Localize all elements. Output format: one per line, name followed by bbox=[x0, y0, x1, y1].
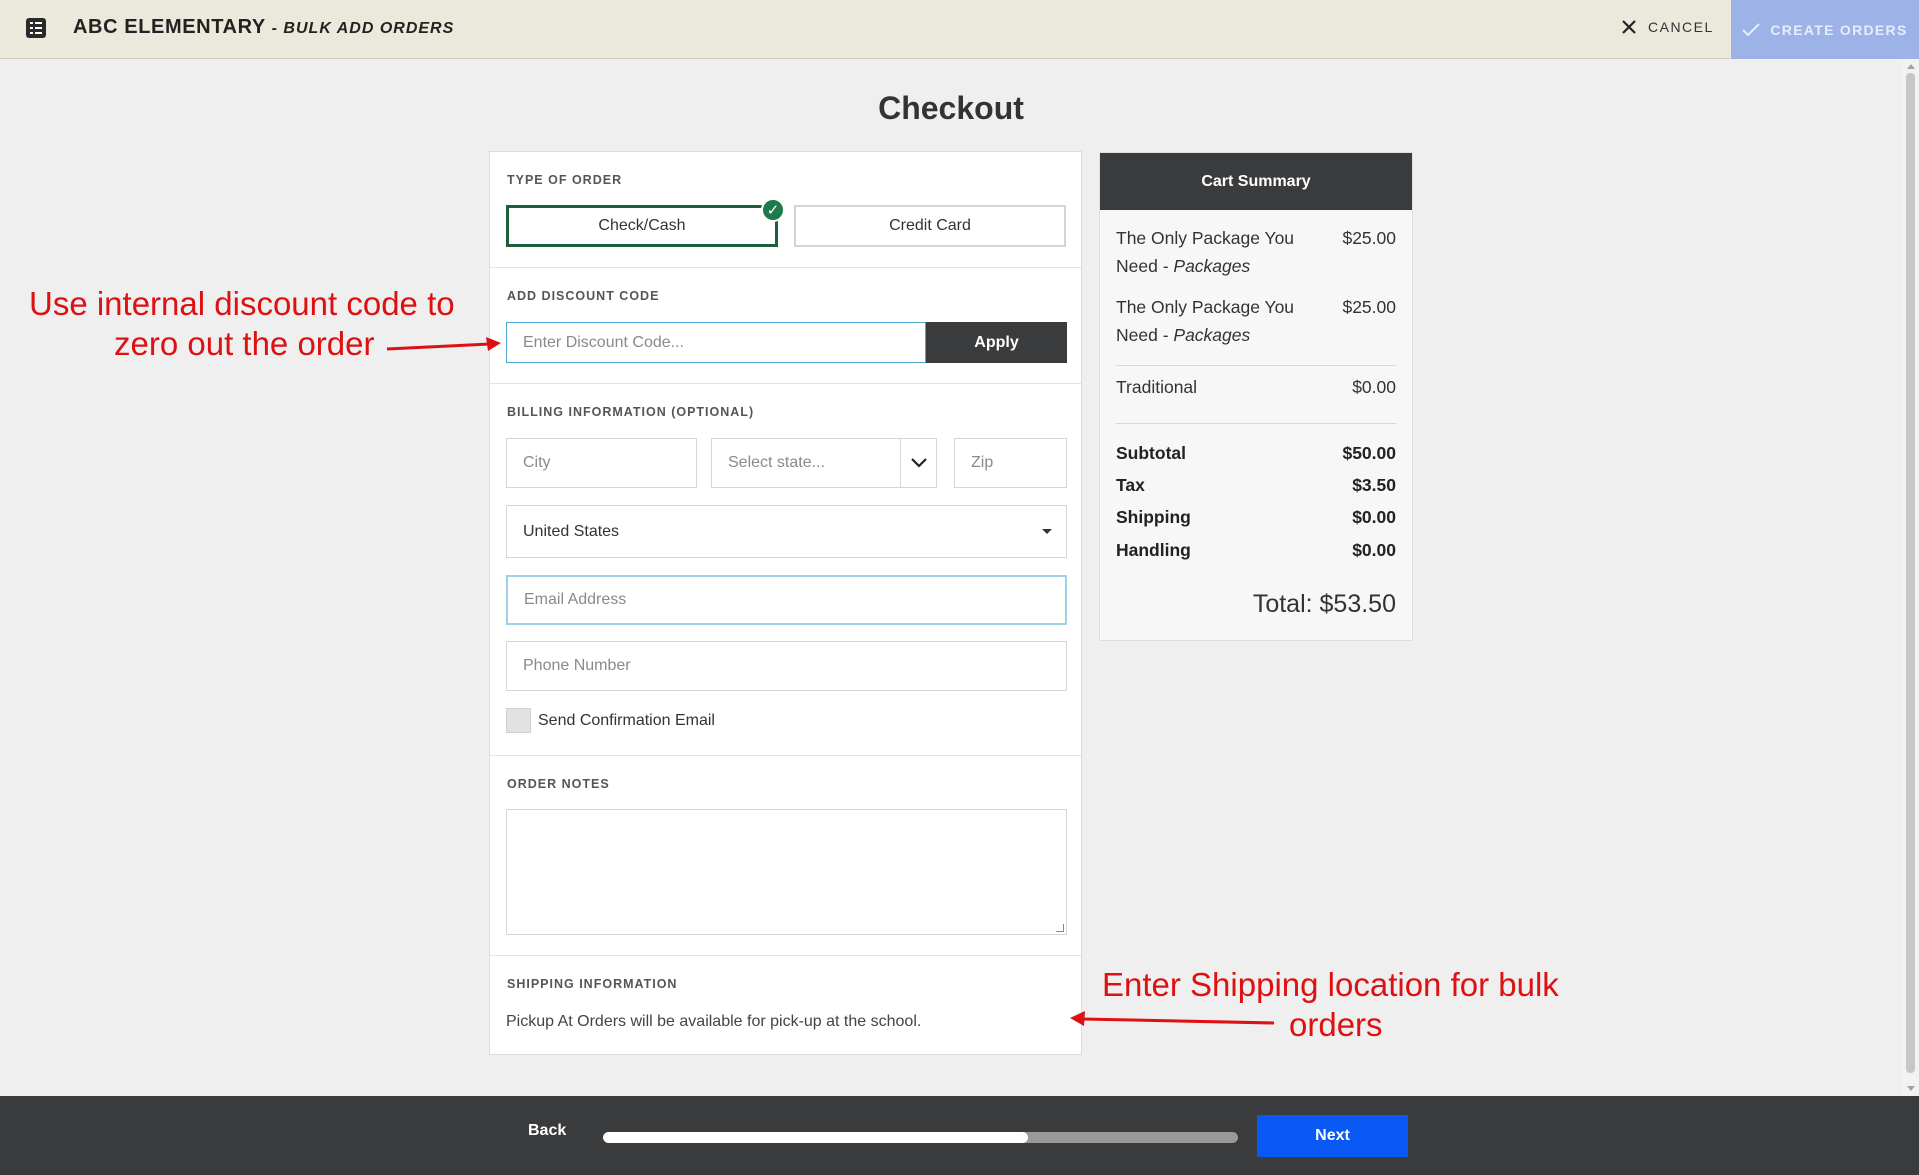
divider bbox=[1116, 365, 1396, 366]
state-select[interactable]: Select state... bbox=[711, 438, 937, 488]
cart-extra-item: Traditional $0.00 bbox=[1116, 373, 1396, 401]
cart-item-price: $25.00 bbox=[1342, 297, 1396, 317]
country-select[interactable]: United States bbox=[506, 505, 1067, 558]
email-input[interactable]: Email Address bbox=[506, 575, 1067, 625]
cancel-button[interactable]: CANCEL bbox=[1622, 19, 1714, 35]
shipping-info-text: Pickup At Orders will be available for p… bbox=[506, 1013, 922, 1030]
credit-card-label: Credit Card bbox=[889, 217, 971, 234]
annotation-shipping-line2: orders bbox=[1289, 1006, 1383, 1043]
next-button[interactable]: Next bbox=[1257, 1115, 1408, 1157]
cart-item-price: $25.00 bbox=[1342, 228, 1396, 248]
close-icon bbox=[1622, 20, 1636, 34]
divider bbox=[490, 383, 1081, 384]
country-value: United States bbox=[523, 522, 620, 540]
annotation-discount-line2: zero out the order bbox=[114, 325, 375, 362]
zip-placeholder: Zip bbox=[971, 454, 994, 471]
resize-handle-icon[interactable] bbox=[1056, 924, 1064, 932]
selected-check-icon: ✓ bbox=[761, 198, 785, 222]
apply-discount-button[interactable]: Apply bbox=[926, 322, 1067, 363]
checkout-form: TYPE OF ORDER Check/Cash ✓ Credit Card A… bbox=[489, 151, 1082, 1055]
phone-input[interactable]: Phone Number bbox=[506, 641, 1067, 691]
app-title: ABC ELEMENTARY - BULK ADD ORDERS bbox=[73, 16, 454, 39]
divider bbox=[490, 267, 1081, 268]
footer-bar: Back Next bbox=[0, 1096, 1919, 1175]
email-placeholder: Email Address bbox=[524, 591, 627, 608]
credit-card-option[interactable]: Credit Card bbox=[794, 205, 1066, 247]
create-orders-button[interactable]: CREATE ORDERS bbox=[1731, 0, 1919, 59]
send-confirmation-label: Send Confirmation Email bbox=[538, 712, 715, 729]
grand-total: Total: $53.50 bbox=[1252, 590, 1396, 618]
scroll-up-arrow-icon[interactable] bbox=[1907, 64, 1915, 69]
chevron-down-icon[interactable] bbox=[900, 439, 936, 487]
annotation-shipping-line1: Enter Shipping location for bulk bbox=[1102, 966, 1559, 1003]
page-subtitle: - BULK ADD ORDERS bbox=[271, 20, 455, 37]
city-input[interactable]: City bbox=[506, 438, 697, 488]
order-type-label: TYPE OF ORDER bbox=[507, 173, 623, 187]
progress-fill bbox=[603, 1132, 1029, 1143]
discount-code-label: ADD DISCOUNT CODE bbox=[507, 289, 660, 303]
check-cash-option[interactable]: Check/Cash bbox=[506, 205, 778, 247]
divider bbox=[1116, 423, 1396, 424]
scroll-down-arrow-icon[interactable] bbox=[1907, 1086, 1915, 1091]
cart-summary: Cart Summary The Only Package You Need -… bbox=[1099, 152, 1413, 641]
top-bar: ABC ELEMENTARY - BULK ADD ORDERS CANCEL … bbox=[0, 0, 1919, 59]
order-notes-textarea[interactable] bbox=[506, 809, 1067, 935]
discount-code-input[interactable]: Enter Discount Code... bbox=[506, 322, 926, 363]
shipping-info-label: SHIPPING INFORMATION bbox=[507, 977, 678, 991]
state-placeholder: Select state... bbox=[728, 454, 825, 471]
city-placeholder: City bbox=[523, 454, 551, 471]
cart-summary-title: Cart Summary bbox=[1100, 153, 1412, 210]
document-list-icon bbox=[26, 18, 46, 38]
discount-code-placeholder: Enter Discount Code... bbox=[523, 333, 684, 351]
page-title: Checkout bbox=[878, 90, 1024, 126]
page-scrollbar[interactable] bbox=[1902, 59, 1919, 1096]
cart-item: The Only Package You Need - Packages $25… bbox=[1116, 293, 1396, 349]
divider bbox=[490, 755, 1081, 756]
zip-input[interactable]: Zip bbox=[954, 438, 1067, 488]
cart-item-name: The Only Package You Need - Packages bbox=[1116, 228, 1295, 276]
next-label: Next bbox=[1315, 1127, 1350, 1144]
create-orders-label: CREATE ORDERS bbox=[1770, 21, 1908, 38]
cart-extra-price: $0.00 bbox=[1352, 377, 1396, 397]
progress-bar bbox=[603, 1132, 1238, 1143]
cart-extra-name: Traditional bbox=[1116, 377, 1198, 397]
scrollbar-thumb[interactable] bbox=[1906, 73, 1915, 1073]
cancel-label: CANCEL bbox=[1648, 19, 1714, 35]
annotation-arrow-icon bbox=[1070, 1011, 1275, 1026]
billing-info-label: BILLING INFORMATION (OPTIONAL) bbox=[507, 405, 755, 419]
back-button[interactable]: Back bbox=[528, 1122, 566, 1140]
divider bbox=[490, 955, 1081, 956]
check-icon bbox=[1742, 22, 1761, 36]
caret-down-icon bbox=[1042, 529, 1052, 534]
annotation-discount-line1: Use internal discount code to bbox=[29, 285, 455, 322]
cart-item: The Only Package You Need - Packages $25… bbox=[1116, 224, 1396, 280]
apply-label: Apply bbox=[974, 333, 1019, 351]
cart-item-name: The Only Package You Need - Packages bbox=[1116, 297, 1295, 345]
school-name: ABC ELEMENTARY bbox=[73, 16, 266, 38]
order-notes-label: ORDER NOTES bbox=[507, 777, 610, 791]
phone-placeholder: Phone Number bbox=[523, 657, 631, 674]
send-confirmation-checkbox[interactable] bbox=[506, 708, 531, 733]
check-cash-label: Check/Cash bbox=[598, 217, 686, 234]
annotation-arrow-icon bbox=[386, 337, 501, 351]
